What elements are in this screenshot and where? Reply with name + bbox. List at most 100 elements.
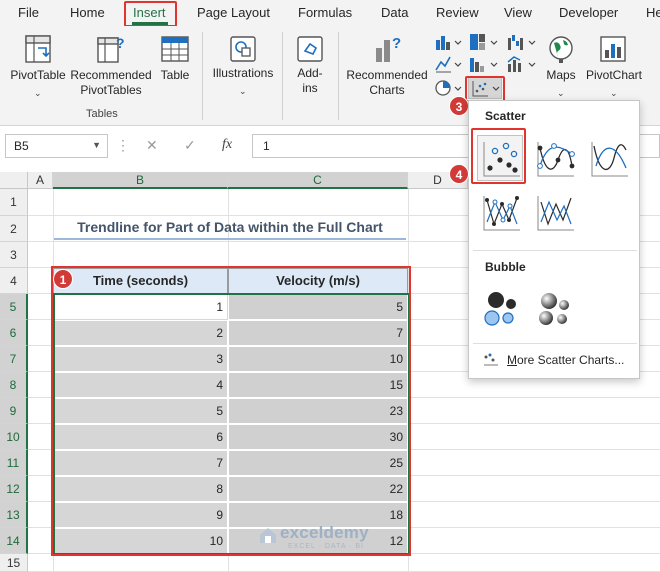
scatter-smooth-markers-option[interactable] — [531, 135, 577, 181]
pivot-table-icon — [25, 35, 51, 63]
drag-handle-icon[interactable]: ⋮ — [116, 137, 130, 154]
pivot-table-label: PivotTable — [10, 68, 66, 82]
recommended-charts-label-2: Charts — [369, 83, 405, 97]
pivotchart-icon — [600, 36, 626, 62]
row-header-7[interactable]: 7 — [0, 346, 28, 372]
chevron-down-icon: ⌄ — [34, 88, 42, 98]
globe-icon — [549, 36, 573, 63]
recommended-charts-button[interactable]: ? Recommended Charts — [344, 34, 430, 106]
tab-view[interactable]: View — [504, 5, 532, 20]
tab-file[interactable]: File — [18, 5, 39, 20]
dropdown-separator — [473, 250, 637, 251]
column-header-a[interactable]: A — [28, 172, 53, 189]
scatter-straight-markers-option[interactable] — [477, 189, 523, 235]
scatter-section-heading: Scatter — [485, 109, 526, 123]
maps-button[interactable]: Maps ⌄ — [538, 34, 584, 106]
column-chart-icon — [436, 36, 462, 50]
pivotchart-button[interactable]: PivotChart ⌄ — [584, 34, 644, 106]
row-header-13[interactable]: 13 — [0, 502, 28, 528]
illustrations-icon — [230, 36, 256, 62]
name-box[interactable]: B5 ▼ — [5, 134, 108, 158]
addins-button[interactable]: Add- ins — [288, 34, 332, 106]
row-header-9[interactable]: 9 — [0, 398, 28, 424]
callout-badge-4: 4 — [449, 164, 469, 184]
hierarchy-chart-icon — [470, 34, 498, 50]
table-icon — [161, 36, 189, 62]
bubble-section-heading: Bubble — [485, 260, 526, 274]
chevron-down-icon: ⌄ — [557, 88, 565, 98]
tab-home[interactable]: Home — [70, 5, 105, 20]
row-header-1[interactable]: 1 — [0, 189, 28, 216]
table-button[interactable]: Table — [154, 34, 196, 106]
scatter-option-callout — [471, 128, 526, 184]
bubble-3d-chart-icon — [539, 293, 569, 325]
pie-chart-button[interactable] — [434, 78, 464, 98]
recommended-charts-label-1: Recommended — [346, 68, 428, 82]
row-header-2[interactable]: 2 — [0, 216, 28, 242]
more-scatter-charts-label-accel: M — [507, 353, 517, 367]
row-header-6[interactable]: 6 — [0, 320, 28, 346]
recommended-pivottables-button[interactable]: ? Recommended PivotTables — [68, 34, 154, 106]
hierarchy-chart-button[interactable] — [468, 32, 500, 52]
scatter-smooth-lines-icon — [591, 142, 628, 177]
row-header-5[interactable]: 5 — [0, 294, 28, 320]
row-header-12[interactable]: 12 — [0, 476, 28, 502]
line-chart-icon — [435, 56, 462, 73]
bubble-3d-option[interactable] — [531, 285, 577, 331]
recommended-charts-icon: ? — [376, 35, 401, 62]
insert-tab-callout — [124, 1, 177, 27]
recommended-pivottables-icon: ? — [97, 35, 125, 63]
column-chart-button[interactable] — [434, 32, 464, 52]
chevron-down-icon: ⌄ — [239, 86, 247, 96]
row-header-14[interactable]: 14 — [0, 528, 28, 554]
insert-function-icon[interactable]: fx — [222, 137, 232, 153]
waterfall-chart-icon — [508, 35, 536, 50]
addins-label-2: ins — [302, 81, 318, 95]
svg-text:?: ? — [392, 35, 401, 52]
row-header-11[interactable]: 11 — [0, 450, 28, 476]
combo-chart-icon — [507, 56, 536, 72]
row-header-8[interactable]: 8 — [0, 372, 28, 398]
pivot-table-button[interactable]: PivotTable ⌄ — [6, 34, 70, 106]
scatter-smooth-markers-icon — [537, 142, 575, 177]
cancel-icon[interactable]: ✕ — [146, 137, 158, 154]
statistic-chart-button[interactable] — [468, 54, 500, 74]
tab-page-layout[interactable]: Page Layout — [197, 5, 270, 20]
scatter-button-callout — [465, 76, 505, 102]
row-header-3[interactable]: 3 — [0, 242, 28, 268]
combo-chart-button[interactable] — [506, 54, 538, 74]
column-header-b[interactable]: B — [53, 172, 228, 189]
bubble-option[interactable] — [477, 285, 523, 331]
tab-review[interactable]: Review — [436, 5, 479, 20]
svg-text:?: ? — [116, 35, 125, 51]
illustrations-label: Illustrations — [212, 66, 274, 80]
enter-icon[interactable]: ✓ — [184, 137, 196, 154]
line-chart-button[interactable] — [434, 54, 464, 74]
chevron-down-icon: ▼ — [92, 140, 101, 150]
bubble-chart-icon — [484, 292, 516, 326]
formula-controls: ✕ ✓ fx — [136, 134, 250, 158]
tab-help[interactable]: He — [646, 5, 660, 20]
more-scatter-charts-label: More Scatter Charts... — [507, 353, 624, 367]
column-header-c[interactable]: C — [228, 172, 408, 189]
tab-data[interactable]: Data — [381, 5, 408, 20]
illustrations-button[interactable]: Illustrations ⌄ — [208, 34, 278, 106]
waterfall-chart-button[interactable] — [506, 32, 538, 52]
ribbon-separator — [202, 32, 203, 120]
scatter-smooth-lines-option[interactable] — [585, 135, 631, 181]
row-header-10[interactable]: 10 — [0, 424, 28, 450]
tables-group-label: Tables — [86, 108, 118, 120]
ribbon-separator — [338, 32, 339, 120]
more-charts-icon — [484, 353, 498, 366]
scatter-straight-lines-option[interactable] — [531, 189, 577, 235]
statistic-chart-icon — [470, 58, 498, 72]
tab-developer[interactable]: Developer — [559, 5, 618, 20]
recommended-pivottables-label-1: Recommended — [70, 68, 152, 82]
select-all-corner[interactable] — [0, 172, 28, 189]
table-label: Table — [160, 68, 190, 82]
formula-value: 1 — [263, 139, 270, 153]
tab-formulas[interactable]: Formulas — [298, 5, 352, 20]
maps-label: Maps — [546, 68, 576, 82]
row-header-4[interactable]: 4 — [0, 268, 28, 294]
row-header-15[interactable]: 15 — [0, 554, 28, 572]
